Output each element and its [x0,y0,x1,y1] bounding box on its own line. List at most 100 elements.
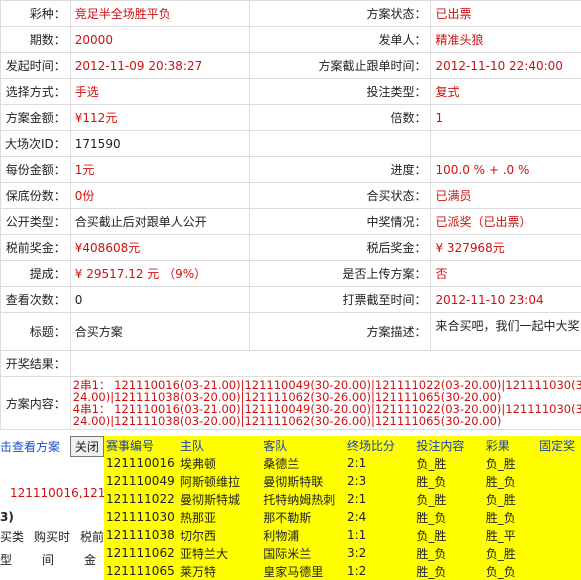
match-cell: 桑德兰 [263,456,300,471]
field-value: 已出票 [430,0,581,27]
info-row: 公开类型： 合买截止后对跟单人公开 中奖情况： 已派奖（已出票） [0,208,581,235]
match-cell: 曼彻斯特联 [263,474,324,489]
field-label: 中奖情况： [249,208,432,235]
popup-col-header: 投注内容 [416,438,465,453]
field-label: 彩种： [0,0,71,27]
match-row: 121111038 切尔西 利物浦 1:1 负_胜 胜_平 [104,526,581,544]
field-label: 是否上传方案： [249,260,432,287]
field-label: 大场次ID： [0,130,71,157]
match-cell: 负_胜 [485,546,516,561]
match-cell: 胜_负 [416,564,447,579]
field-value: 2012-11-10 22:40:00 [430,52,581,79]
col-pretax: 税前 [80,530,105,544]
popup-col-header: 客队 [263,438,288,453]
match-cell [537,544,581,562]
match-cell [537,454,581,472]
field-value: 2012-11-09 20:38:27 [69,52,251,79]
match-row: 121110049 阿斯顿维拉 曼彻斯特联 2:3 胜_负 胜_负 [104,472,581,490]
field-label: 税后奖金： [249,234,432,261]
field-value: 1元 [69,156,251,183]
field-label [249,130,432,157]
field-value: 手选 [69,78,251,105]
field-value: ¥ 29517.12 元 （9%） [69,260,251,287]
col-buy-time-2: 间 [42,553,55,567]
match-cell: 莱万特 [179,564,216,579]
info-row: 发起时间： 2012-11-09 20:38:27 方案截止跟单时间： 2012-11… [0,52,581,79]
match-cell: 2:4 [346,510,367,524]
match-cell: 亚特兰大 [179,546,228,561]
field-label: 提成： [0,260,71,287]
match-cell [537,526,581,544]
field-value: 否 [430,260,581,287]
field-label: 发起时间： [0,52,71,79]
match-cell: 埃弗顿 [179,456,216,471]
field-label: 公开类型： [0,208,71,235]
match-cell: 负_胜 [416,456,447,471]
match-cell: 胜_负 [416,546,447,561]
match-cell: 负_胜 [485,456,516,471]
info-row: 税前奖金： ¥408608元 税后奖金： ¥ 327968元 [0,234,581,261]
field-label: 进度： [249,156,432,183]
title-value: 合买方案 [69,312,251,351]
match-cell: 1:2 [346,564,367,578]
match-cell: 121111022 [106,492,175,506]
field-label: 选择方式： [0,78,71,105]
info-row: 选择方式： 手选 投注类型： 复式 [0,78,581,105]
field-value: 0 [69,286,251,313]
field-value: 合买截止后对跟单人公开 [69,208,251,235]
scheme-content-text: 2串1： 121110016(03-21.00)|121110049(30-20… [73,379,581,427]
match-cell: 切尔西 [179,528,216,543]
view-scheme-link[interactable]: 击查看方案 [0,440,60,454]
draw-result-label: 开奖结果： [0,350,71,377]
field-label: 方案金额： [0,104,71,131]
info-row: 提成： ¥ 29517.12 元 （9%） 是否上传方案：否 [0,260,581,287]
field-label: 打票截至时间： [249,286,432,313]
popup-col-header: 主队 [179,438,204,453]
match-cell: 3:2 [346,546,367,560]
field-label: 保底份数： [0,182,71,209]
match-cell: 负_胜 [485,492,516,507]
field-value: 已派奖（已出票） [430,208,581,235]
match-row: 121111065 莱万特 皇家马德里 1:2 胜_负 负_负 [104,562,581,580]
match-cell: 负_负 [485,564,516,579]
field-label: 方案截止跟单时间： [249,52,432,79]
match-cell: 2:1 [346,492,367,506]
match-cell: 121111062 [106,546,175,560]
match-cell: 2:3 [346,474,367,488]
match-cell: 2:1 [346,456,367,470]
info-row: 查看次数： 0 打票截至时间： 2012-11-10 23:04 [0,286,581,313]
info-row: 期数： 20000 发单人： 精准头狼 [0,26,581,53]
match-cell: 负_胜 [416,492,447,507]
scheme-content-value: 2串1： 121110016(03-21.00)|121110049(30-20… [69,376,581,430]
match-cell: 1:1 [346,528,367,542]
popup-header-row: 赛事编号 主队 客队 终场比分 投注内容 彩果 固定奖 [104,436,581,454]
match-cell: 121111038 [106,528,175,542]
scheme-info-table: 彩种： 竞足半全场胜平负 方案状态： 已出票 期数： 20000 发单人： 精准头狼 发起时间：… [0,0,581,430]
match-cell: 皇家马德里 [263,564,324,579]
match-cell: 阿斯顿维拉 [179,474,240,489]
popup-col-header: 固定奖 [539,438,576,453]
title-row: 标题： 合买方案 方案描述： 来合买吧，我们一起中大奖! [0,312,581,351]
field-value: 171590 [69,130,251,157]
field-label: 方案状态： [249,0,432,27]
match-cell [537,490,581,508]
info-row: 方案金额： ¥112元 倍数： 1 [0,104,581,131]
match-cell: 121110016 [106,456,175,470]
match-row: 121110016 埃弗顿 桑德兰 2:1 负_胜 负_胜 [104,454,581,472]
field-label: 期数： [0,26,71,53]
field-value: ¥408608元 [69,234,251,261]
field-value: ¥ 327968元 [430,234,581,261]
purchase-record-count: 3) [0,510,14,524]
field-value: ¥112元 [69,104,251,131]
match-row: 121111062 亚特兰大 国际米兰 3:2 胜_负 负_胜 [104,544,581,562]
bottom-match-ids: 121110016,1211 [10,486,114,500]
match-cell [537,472,581,490]
col-buy-type: 买类 [0,530,25,544]
info-row: 保底份数： 0份 合买状态： 已满员 [0,182,581,209]
match-cell: 胜_平 [485,528,516,543]
close-button[interactable]: 关闭 [69,436,104,457]
col-buy-time: 购买时 [34,530,71,544]
field-label: 税前奖金： [0,234,71,261]
purchase-record-header: 买类 购买时 税前 [0,528,110,545]
draw-result-value [69,350,581,377]
